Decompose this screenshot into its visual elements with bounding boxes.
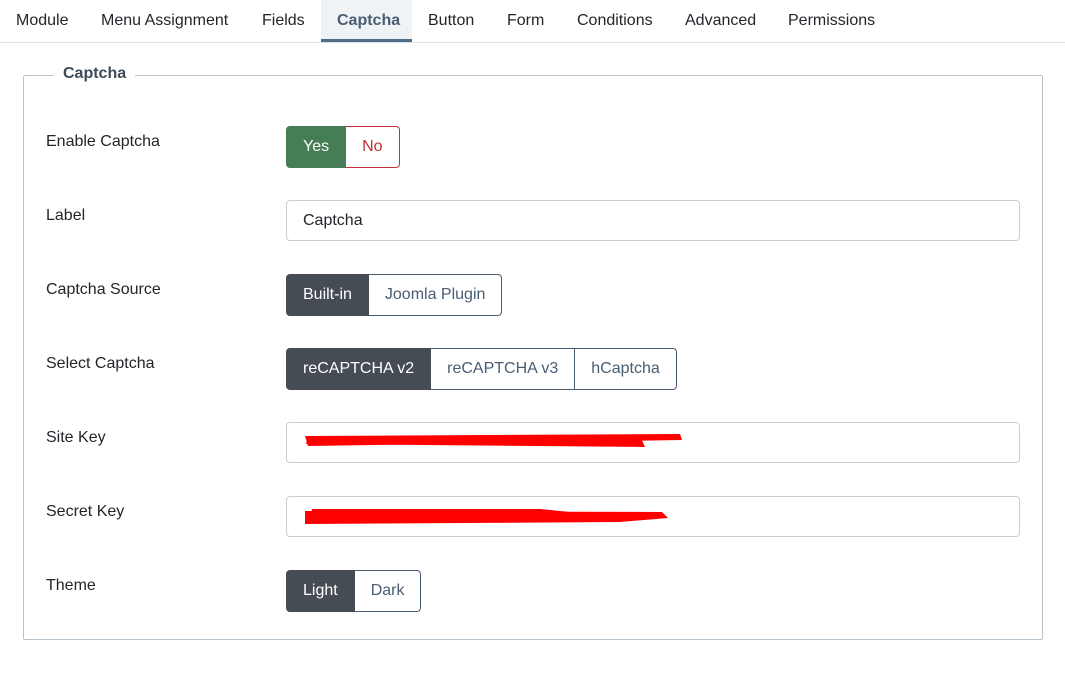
label-input[interactable]: Captcha [286,200,1020,241]
theme-dark-button[interactable]: Dark [354,570,422,612]
site-key-input[interactable] [286,422,1020,463]
theme-group: Light Dark [286,570,422,612]
site-key-label: Site Key [46,429,106,446]
captcha-source-label: Captcha Source [46,281,161,298]
tab-button[interactable]: Button [412,0,490,42]
tab-permissions[interactable]: Permissions [772,0,891,42]
secret-key-label: Secret Key [46,503,125,520]
theme-light-button[interactable]: Light [286,570,355,612]
tab-bar: Module Menu Assignment Fields Captcha Bu… [0,0,1065,43]
theme-label: Theme [46,577,96,594]
hcaptcha-button[interactable]: hCaptcha [575,348,677,390]
tab-module[interactable]: Module [0,0,84,42]
enable-captcha-label: Enable Captcha [46,133,160,150]
secret-key-input[interactable] [286,496,1020,537]
label-field-label: Label [46,207,86,224]
select-captcha-label: Select Captcha [46,355,155,372]
tab-captcha[interactable]: Captcha [321,0,412,42]
tab-conditions[interactable]: Conditions [561,0,669,42]
recaptcha-v2-button[interactable]: reCAPTCHA v2 [286,348,432,390]
tab-menu-assignment[interactable]: Menu Assignment [85,0,244,42]
tab-fields[interactable]: Fields [246,0,321,42]
captcha-source-group: Built-in Joomla Plugin [286,274,503,316]
recaptcha-v3-button[interactable]: reCAPTCHA v3 [431,348,576,390]
enable-captcha-toggle: Yes No [286,126,400,168]
enable-captcha-yes-button[interactable]: Yes [286,126,347,168]
enable-captcha-no-button[interactable]: No [346,126,400,168]
tab-form[interactable]: Form [491,0,560,42]
fieldset-legend: Captcha [54,65,136,83]
tab-advanced[interactable]: Advanced [669,0,772,42]
select-captcha-group: reCAPTCHA v2 reCAPTCHA v3 hCaptcha [286,348,677,390]
source-joomla-plugin-button[interactable]: Joomla Plugin [368,274,503,316]
source-builtin-button[interactable]: Built-in [286,274,369,316]
